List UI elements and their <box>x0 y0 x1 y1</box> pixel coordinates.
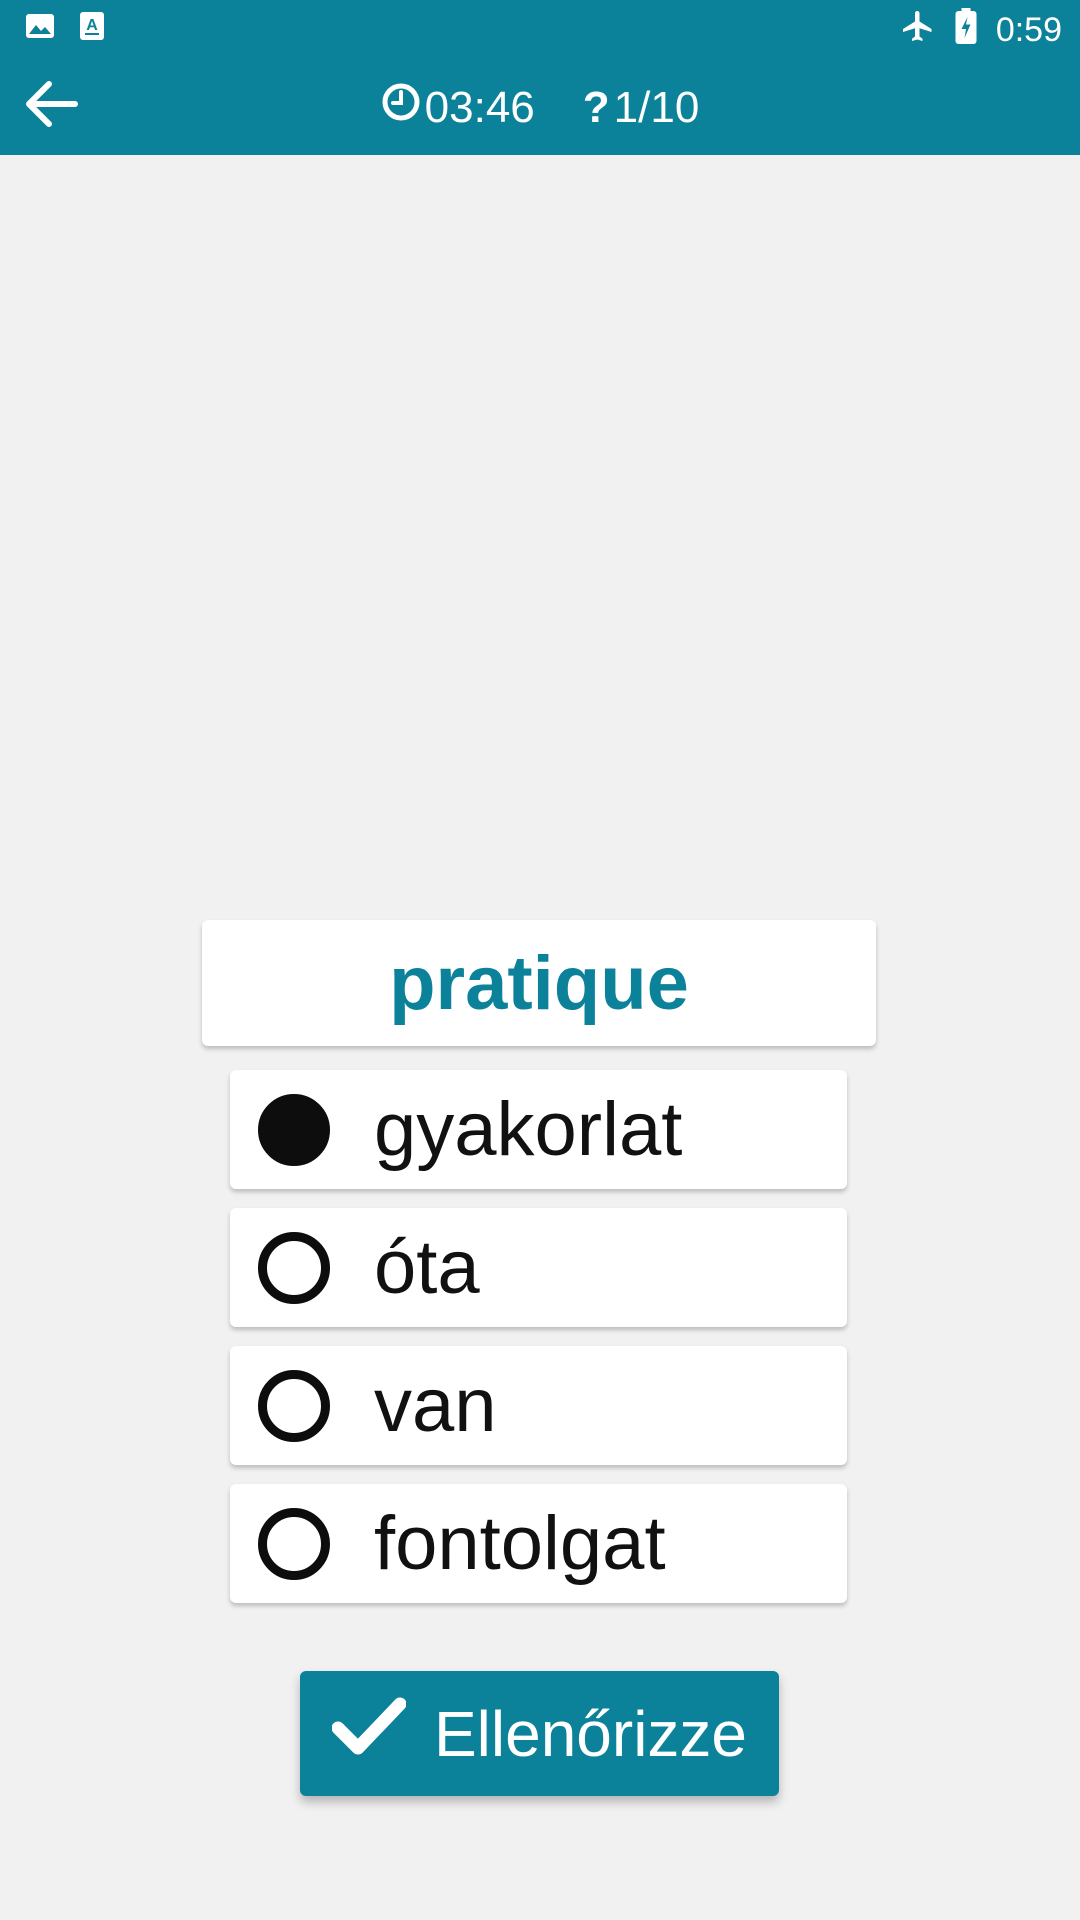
option-4[interactable]: fontolgat <box>230 1484 847 1603</box>
question-counter: ? 1/10 <box>583 83 700 133</box>
radio-icon[interactable] <box>258 1231 330 1304</box>
airplane-icon <box>900 8 936 53</box>
timer: 03:46 <box>381 82 535 133</box>
image-icon <box>24 10 56 47</box>
option-1[interactable]: gyakorlat <box>230 1070 847 1189</box>
timer-value: 03:46 <box>424 82 535 132</box>
status-bar: A 0:59 <box>0 0 1080 56</box>
svg-text:A: A <box>86 17 98 34</box>
question-counter-value: 1/10 <box>613 82 700 132</box>
option-label: óta <box>374 1225 480 1310</box>
checkmark-icon <box>331 1696 407 1771</box>
option-3[interactable]: van <box>230 1346 847 1465</box>
option-label: gyakorlat <box>374 1087 683 1172</box>
check-button-label: Ellenőrizze <box>433 1697 748 1770</box>
word-card: pratique <box>202 920 876 1046</box>
option-2[interactable]: óta <box>230 1208 847 1327</box>
option-label: fontolgat <box>374 1501 666 1586</box>
battery-charging-icon <box>954 8 978 53</box>
clock-icon <box>381 82 421 133</box>
radio-icon[interactable] <box>258 1507 330 1580</box>
radio-icon[interactable] <box>258 1369 330 1442</box>
quiz-word: pratique <box>389 940 689 1026</box>
app-bar: 03:46 ? 1/10 <box>0 56 1080 155</box>
status-time: 0:59 <box>995 11 1062 49</box>
option-label: van <box>374 1363 497 1448</box>
font-icon: A <box>78 10 106 47</box>
question-icon: ? <box>582 82 610 132</box>
check-button[interactable]: Ellenőrizze <box>300 1671 779 1796</box>
radio-selected-icon[interactable] <box>258 1093 330 1166</box>
